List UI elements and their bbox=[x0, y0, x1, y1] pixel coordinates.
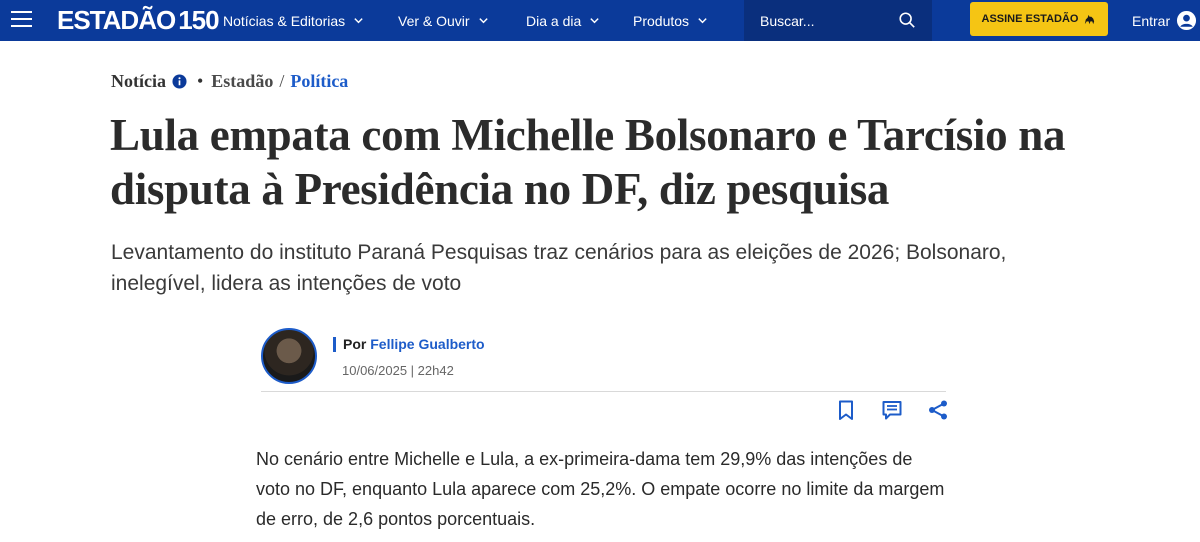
logo-number: 150 bbox=[178, 4, 219, 35]
breadcrumb: Notícia • Estadão / Política bbox=[111, 70, 348, 92]
breadcrumb-section-link[interactable]: Política bbox=[290, 71, 348, 92]
estadao-logo[interactable]: ESTADÃO 150 bbox=[57, 4, 220, 35]
chevron-down-icon bbox=[478, 18, 488, 24]
nav-label: Produtos bbox=[633, 12, 690, 29]
search-icon[interactable] bbox=[898, 11, 916, 29]
search-placeholder: Buscar... bbox=[760, 12, 815, 29]
nav-item-dia-a-dia[interactable]: Dia a dia bbox=[526, 0, 600, 41]
breadcrumb-separator: / bbox=[279, 70, 285, 91]
content-type-label: Notícia bbox=[111, 70, 166, 91]
author-prefix: Por bbox=[343, 336, 367, 352]
user-icon bbox=[1177, 10, 1197, 31]
article-subtitle: Levantamento do instituto Paraná Pesquis… bbox=[111, 241, 1007, 295]
article-actions bbox=[835, 399, 949, 421]
login-button[interactable]: Entrar bbox=[1132, 0, 1197, 41]
author-avatar[interactable] bbox=[261, 328, 317, 384]
subscribe-label: ASSINE ESTADÃO bbox=[981, 13, 1079, 25]
breadcrumb-dot: • bbox=[196, 70, 204, 91]
article-title: Lula empata com Michelle Bolsonaro e Tar… bbox=[110, 110, 1066, 214]
article-body-paragraph: No cenário entre Michelle e Lula, a ex-p… bbox=[256, 449, 945, 529]
search-input[interactable]: Buscar... bbox=[744, 0, 932, 41]
author-accent-bar bbox=[333, 337, 336, 352]
breadcrumb-source[interactable]: Estadão bbox=[211, 71, 273, 92]
nav-item-produtos[interactable]: Produtos bbox=[633, 0, 708, 41]
subscribe-button[interactable]: ASSINE ESTADÃO bbox=[970, 2, 1108, 36]
publish-date: 10/06/2025 | 22h42 bbox=[342, 363, 454, 378]
share-icon[interactable] bbox=[927, 399, 949, 421]
nav-label: Ver & Ouvir bbox=[398, 12, 470, 29]
nav-item-ver-ouvir[interactable]: Ver & Ouvir bbox=[398, 0, 489, 41]
nav-label: Notícias & Editorias bbox=[223, 12, 346, 29]
bookmark-icon[interactable] bbox=[835, 399, 857, 421]
author-byline: Por Fellipe Gualberto bbox=[343, 336, 485, 352]
chevron-down-icon bbox=[698, 18, 707, 24]
horse-rider-icon bbox=[1085, 14, 1095, 24]
hamburger-menu-icon[interactable] bbox=[11, 11, 32, 29]
logo-text: ESTADÃO bbox=[57, 4, 176, 35]
author-name-link[interactable]: Fellipe Gualberto bbox=[370, 336, 484, 352]
chevron-down-icon bbox=[590, 18, 599, 24]
divider bbox=[261, 391, 946, 392]
top-navigation-bar: ESTADÃO 150 Notícias & Editorias Ver & O… bbox=[0, 0, 1200, 41]
info-icon[interactable] bbox=[172, 73, 187, 89]
nav-item-noticias[interactable]: Notícias & Editorias bbox=[223, 0, 364, 41]
chevron-down-icon bbox=[354, 18, 363, 24]
comment-icon[interactable] bbox=[881, 399, 903, 421]
login-label: Entrar bbox=[1132, 12, 1171, 29]
nav-label: Dia a dia bbox=[526, 12, 582, 29]
